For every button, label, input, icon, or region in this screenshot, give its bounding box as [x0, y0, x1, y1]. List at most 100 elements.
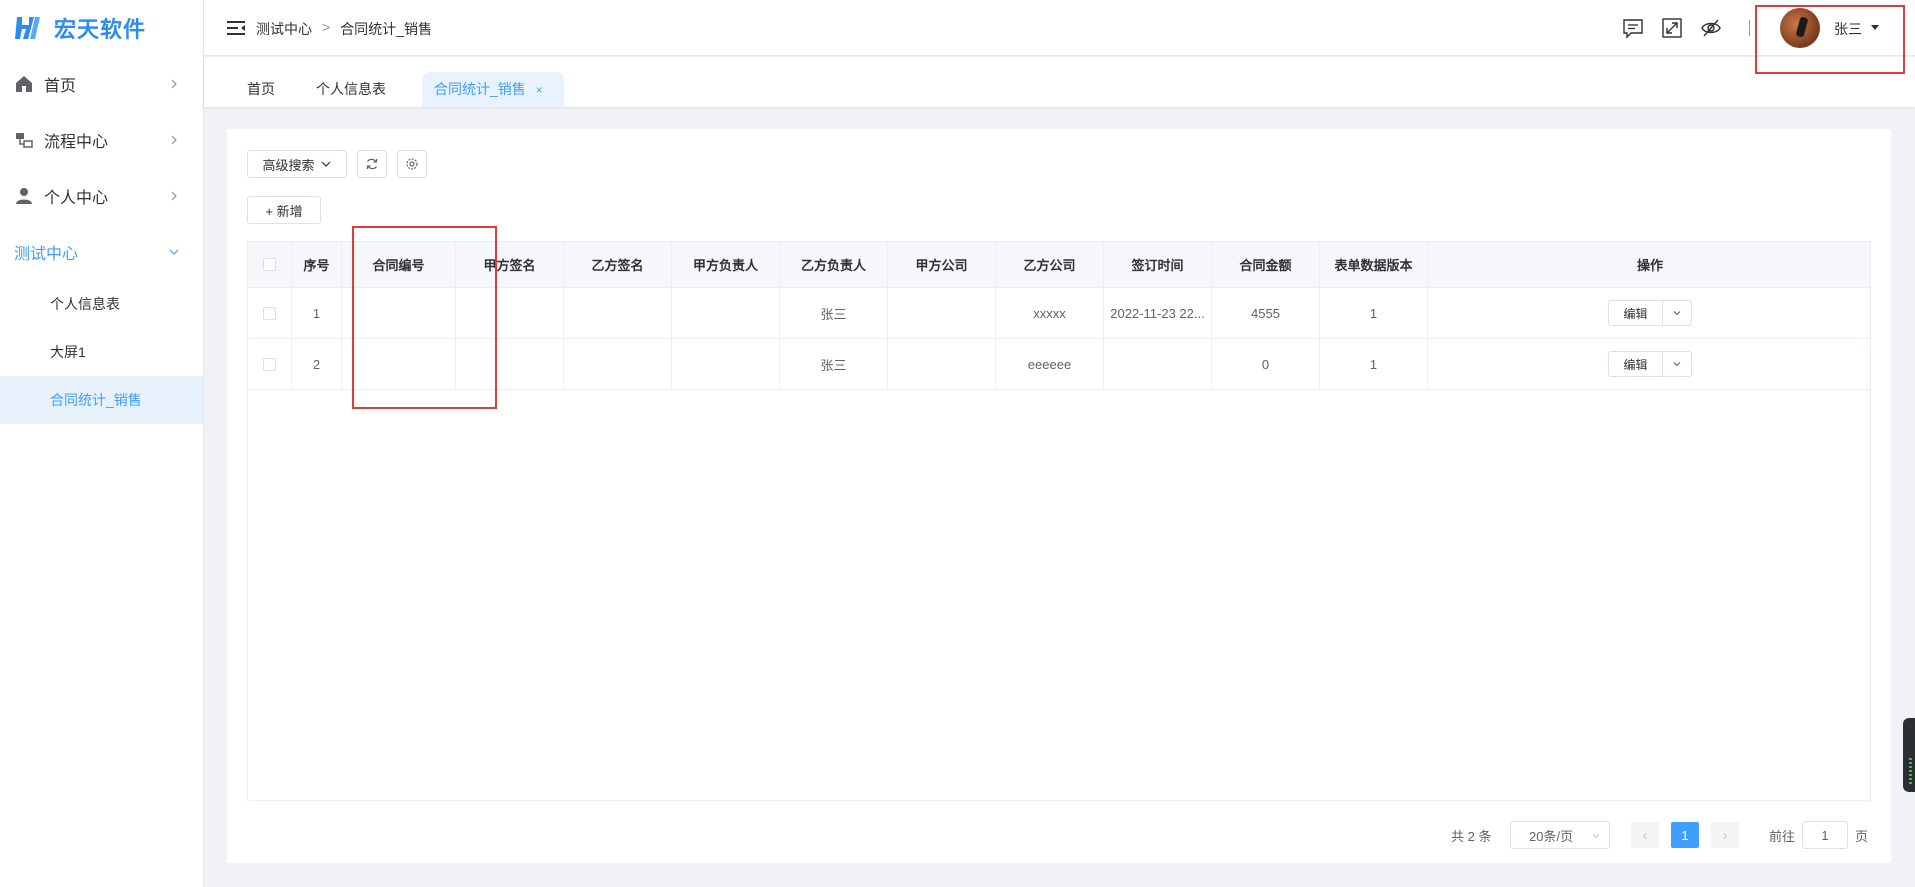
cell-party-b-owner: 张三	[780, 339, 888, 389]
column-header: 乙方负责人	[780, 242, 888, 287]
page-number-current[interactable]: 1	[1671, 822, 1699, 848]
cell-party-a-company	[888, 339, 996, 389]
checkbox[interactable]	[263, 357, 276, 371]
checkbox[interactable]	[263, 258, 276, 271]
checkbox[interactable]	[263, 306, 276, 320]
row-select[interactable]	[248, 339, 292, 389]
cell-party-b-sign	[564, 339, 672, 389]
next-page-button[interactable]: ›	[1711, 822, 1739, 848]
cell-index: 2	[292, 339, 342, 389]
edit-button[interactable]: 编辑	[1609, 352, 1663, 376]
sidebar-subitem-label: 个人信息表	[50, 296, 120, 312]
breadcrumb-item: 合同统计_销售	[340, 21, 432, 37]
sidebar-subitem-label: 合同统计_销售	[50, 392, 142, 408]
cell-sign-time	[1104, 339, 1212, 389]
user-icon	[14, 186, 34, 206]
fullscreen-icon[interactable]	[1661, 17, 1683, 39]
flow-icon	[14, 130, 34, 150]
tab-label: 个人信息表	[316, 81, 386, 97]
tab-contract-stats[interactable]: 合同统计_销售 ×	[422, 72, 564, 107]
row-select[interactable]	[248, 288, 292, 338]
column-header: 乙方公司	[996, 242, 1104, 287]
highlight-box-user	[1755, 5, 1905, 74]
close-icon[interactable]: ×	[536, 83, 543, 97]
goto-label: 前往	[1769, 828, 1796, 844]
column-header: 序号	[292, 242, 342, 287]
eye-off-icon[interactable]	[1700, 17, 1722, 39]
tab-label: 首页	[247, 81, 275, 97]
sidebar-subitem-bigscreen[interactable]: 大屏1	[0, 328, 203, 376]
cell-sign-time: 2022-11-23 22...	[1104, 288, 1212, 338]
cell-amount: 4555	[1212, 288, 1320, 338]
breadcrumb-separator: >	[322, 19, 331, 35]
sidebar-subitem-label: 大屏1	[50, 344, 86, 360]
page-size-label: 20条/页	[1529, 828, 1574, 844]
prev-page-button[interactable]: ‹	[1631, 822, 1659, 848]
highlight-box-contract-no	[352, 226, 497, 409]
cell-version: 1	[1320, 288, 1428, 338]
chevron-right-icon	[171, 135, 177, 145]
brand-name: 宏天软件	[54, 17, 147, 42]
cell-party-a-company	[888, 288, 996, 338]
refresh-icon	[366, 158, 378, 170]
cell-party-b-company: xxxxx	[996, 288, 1104, 338]
chevron-down-icon	[321, 161, 330, 167]
goto-page-input[interactable]	[1802, 821, 1848, 849]
tabs-bar: 首页 个人信息表 合同统计_销售 ×	[204, 57, 1915, 107]
more-actions-dropdown[interactable]	[1663, 301, 1691, 325]
tab-home[interactable]: 首页	[235, 72, 287, 107]
gear-icon	[406, 158, 418, 170]
more-actions-dropdown[interactable]	[1663, 352, 1691, 376]
breadcrumb: 测试中心 > 合同统计_销售	[256, 19, 432, 39]
column-header: 表单数据版本	[1320, 242, 1428, 287]
sidebar-subitem-personal-info[interactable]: 个人信息表	[0, 280, 203, 328]
sidebar-item-label: 流程中心	[44, 134, 109, 151]
message-icon[interactable]	[1622, 17, 1644, 39]
pagination-total: 共 2 条	[1451, 828, 1492, 844]
advanced-search-button[interactable]: 高级搜索	[247, 150, 347, 178]
cell-party-b-owner: 张三	[780, 288, 888, 338]
chevron-down-icon	[1673, 311, 1681, 316]
column-header: 乙方签名	[564, 242, 672, 287]
page-size-select[interactable]: 20条/页	[1510, 821, 1610, 849]
column-header: 甲方公司	[888, 242, 996, 287]
add-button-label: + 新增	[265, 203, 303, 219]
side-widget[interactable]	[1903, 718, 1915, 792]
sidebar-item-flow[interactable]: 流程中心	[0, 112, 203, 168]
chevron-down-icon	[1592, 834, 1600, 839]
column-header: 签订时间	[1104, 242, 1212, 287]
sidebar-item-home[interactable]: 首页	[0, 56, 203, 112]
logo-icon	[15, 17, 40, 39]
sidebar: 宏天软件 首页 流程中心 个人中心 测试中心 个人信息表 大屏1 合同统计_销售	[0, 0, 204, 887]
sidebar-item-label: 个人中心	[44, 190, 109, 207]
cell-party-a-owner	[672, 339, 780, 389]
edit-button[interactable]: 编辑	[1609, 301, 1663, 325]
header: 测试中心 > 合同统计_销售 张三	[204, 0, 1915, 56]
header-select-all[interactable]	[248, 242, 292, 287]
chevron-right-icon	[171, 191, 177, 201]
sidebar-item-label: 首页	[44, 78, 77, 95]
cell-amount: 0	[1212, 339, 1320, 389]
refresh-button[interactable]	[357, 150, 387, 178]
edit-button-group: 编辑	[1608, 351, 1692, 377]
advanced-search-label: 高级搜索	[262, 157, 315, 173]
page-suffix: 页	[1855, 828, 1869, 844]
tab-personal-info[interactable]: 个人信息表	[304, 72, 398, 107]
settings-button[interactable]	[397, 150, 427, 178]
sidebar-item-test-center[interactable]: 测试中心	[0, 224, 203, 280]
sidebar-item-label: 测试中心	[14, 246, 79, 263]
menu-fold-icon[interactable]	[226, 18, 246, 38]
column-header: 合同金额	[1212, 242, 1320, 287]
logo: 宏天软件	[0, 0, 203, 56]
cell-version: 1	[1320, 339, 1428, 389]
cell-party-b-sign	[564, 288, 672, 338]
cell-actions: 编辑	[1428, 339, 1870, 389]
chevron-right-icon	[171, 79, 177, 89]
breadcrumb-item[interactable]: 测试中心	[256, 19, 312, 39]
add-button[interactable]: + 新增	[247, 196, 321, 224]
header-divider	[1749, 20, 1750, 36]
sidebar-item-personal[interactable]: 个人中心	[0, 168, 203, 224]
tab-label: 合同统计_销售	[434, 81, 526, 97]
column-header: 操作	[1636, 258, 1663, 273]
sidebar-subitem-contract-stats[interactable]: 合同统计_销售	[0, 376, 203, 424]
